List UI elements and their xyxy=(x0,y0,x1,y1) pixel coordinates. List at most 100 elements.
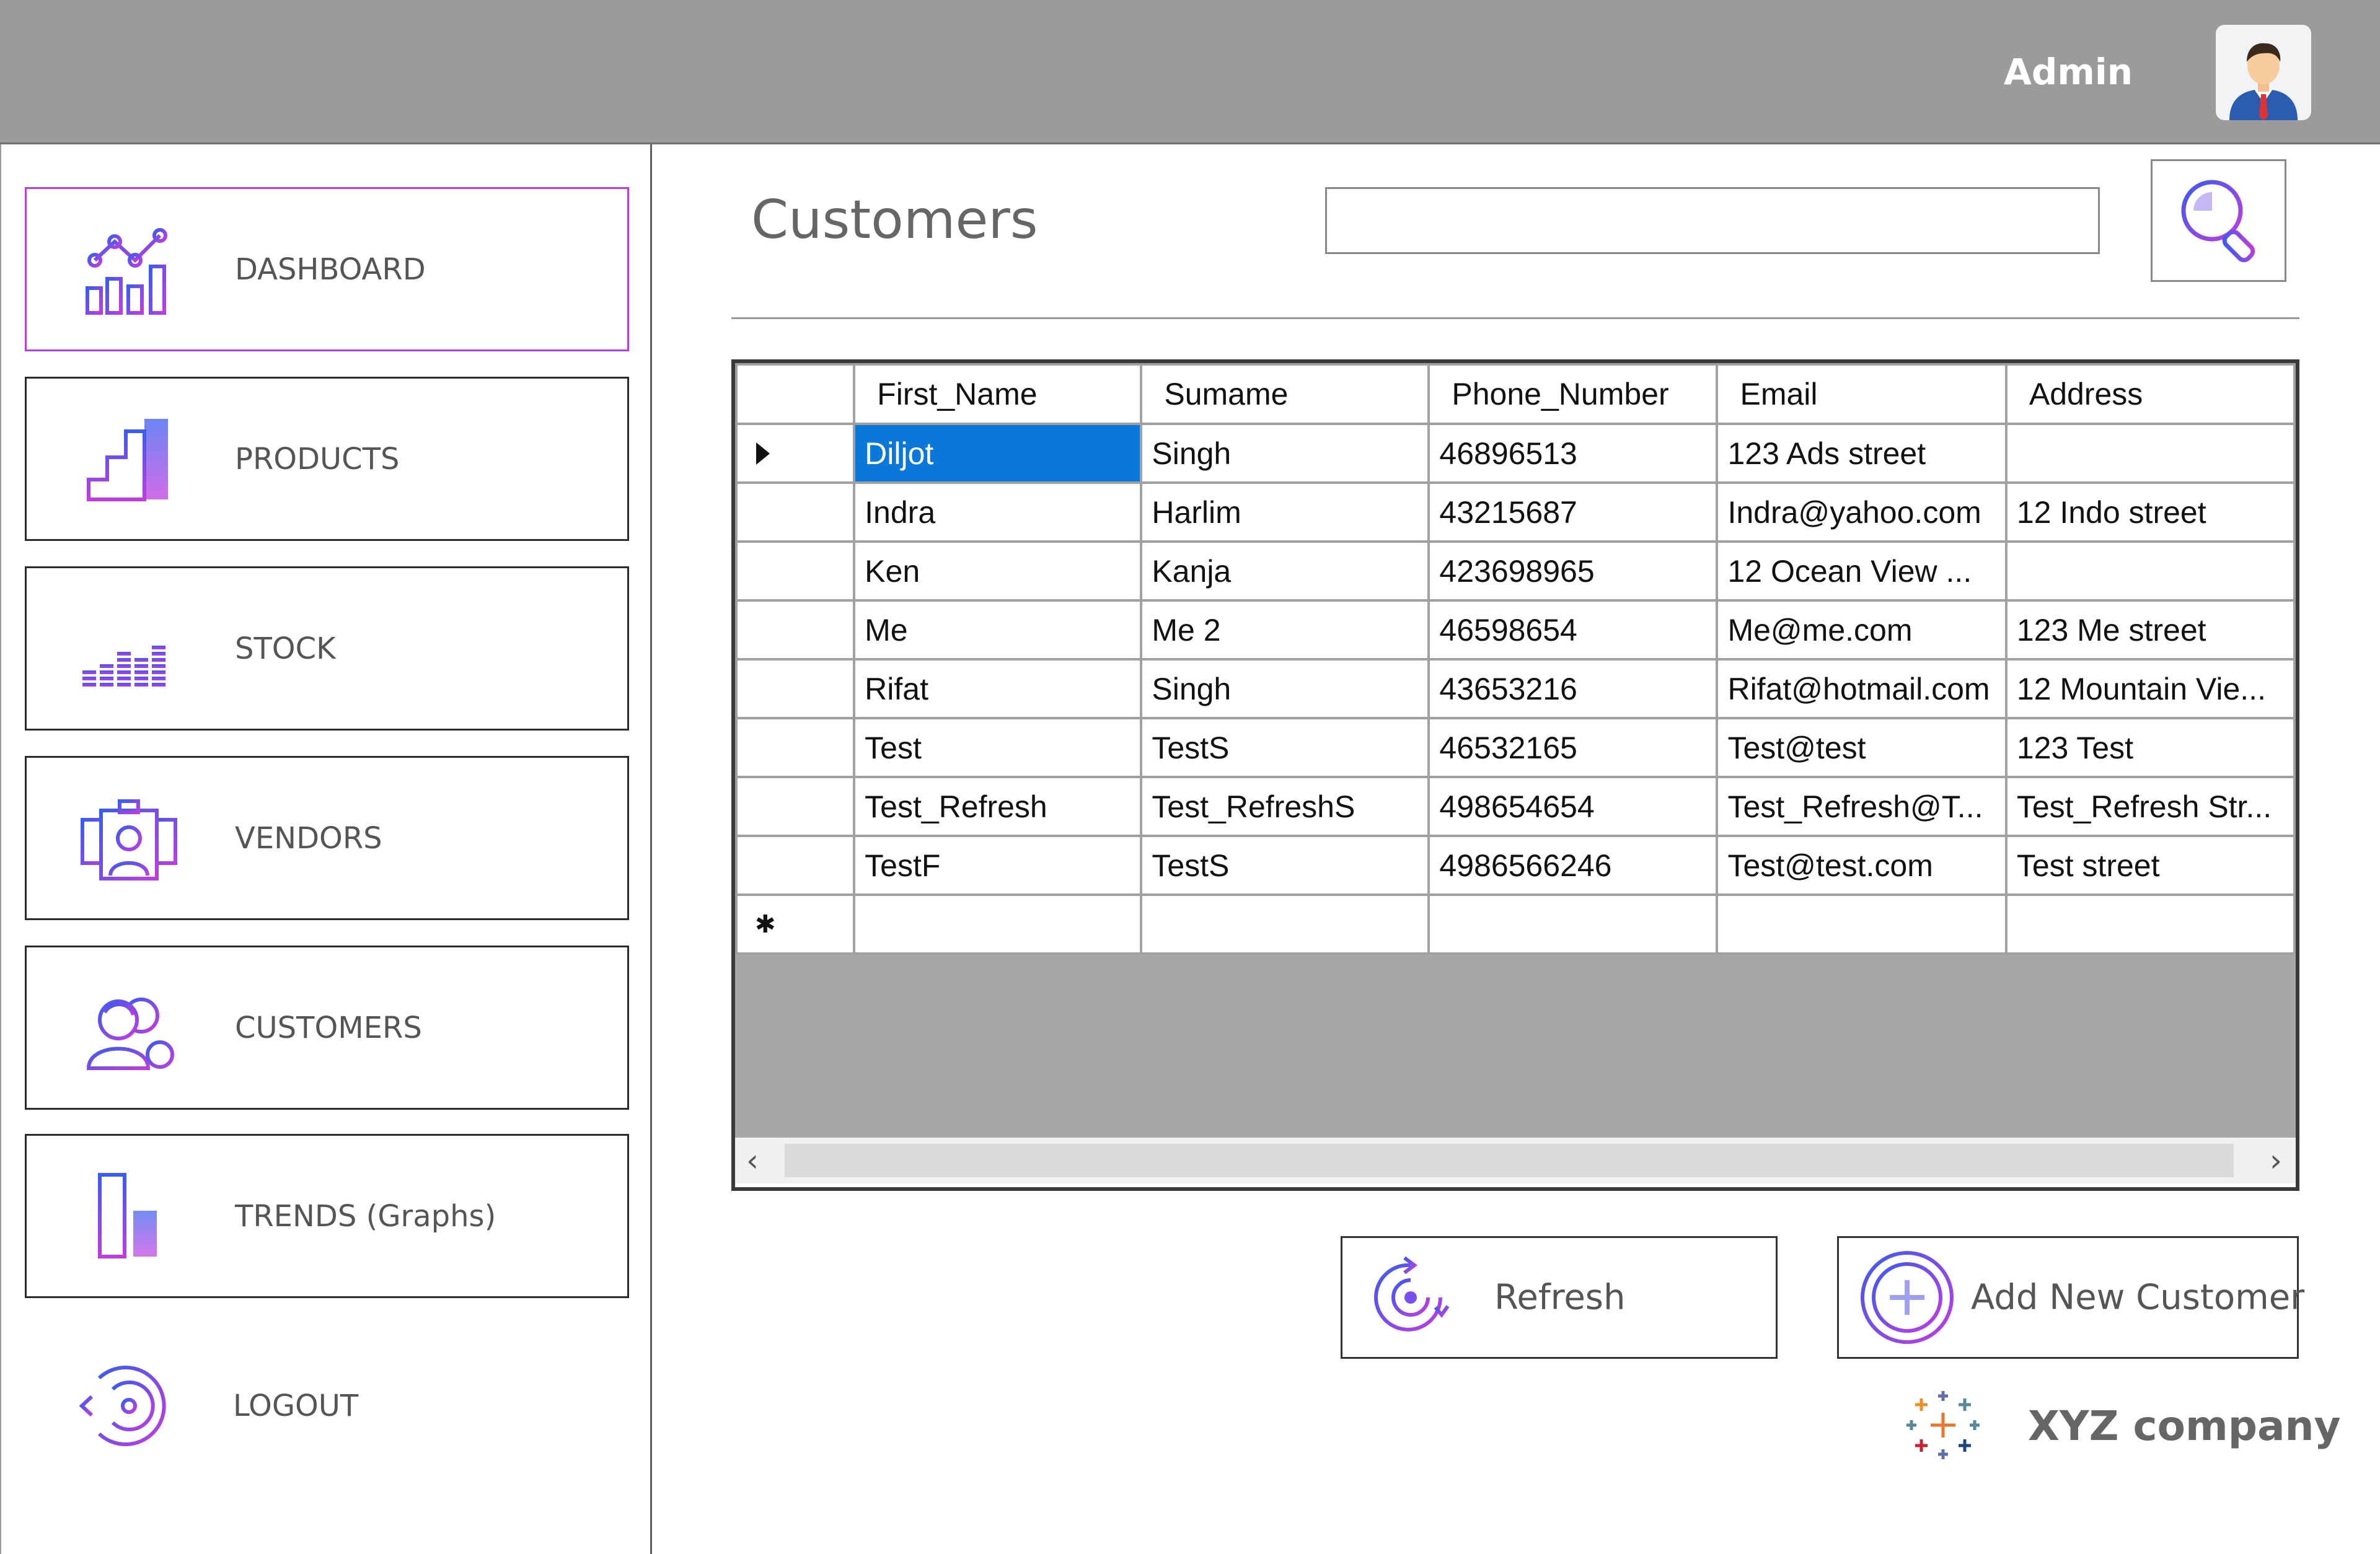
table-cell[interactable]: Test_Refresh xyxy=(853,776,1143,837)
column-header[interactable]: Sumame xyxy=(1140,363,1430,425)
table-cell[interactable]: 123 Me street xyxy=(2004,599,2296,661)
table-cell[interactable] xyxy=(2004,540,2296,602)
table-cell[interactable]: TestS xyxy=(1140,835,1430,896)
table-cell[interactable]: Test@test.com xyxy=(1716,835,2008,896)
table-cell[interactable]: 43653216 xyxy=(1427,658,1719,719)
refresh-button[interactable]: Refresh xyxy=(1341,1236,1778,1359)
sidebar-item-stock[interactable]: STOCK xyxy=(25,566,629,731)
table-cell[interactable]: Test street xyxy=(2004,835,2296,896)
customers-table: First_Name Sumame Phone_Number Email Add… xyxy=(735,363,2296,955)
row-header[interactable] xyxy=(735,658,856,719)
row-header[interactable]: ✱ xyxy=(735,893,856,955)
table-cell[interactable]: Rifat xyxy=(853,658,1143,719)
table-row[interactable]: Test TestS 46532165 Test@test 123 Test xyxy=(735,717,2296,778)
table-cell[interactable]: Test_Refresh@T... xyxy=(1716,776,2008,837)
table-row[interactable]: TestF TestS 4986566246 Test@test.com Test st… xyxy=(735,835,2296,896)
table-cell[interactable]: 498654654 xyxy=(1427,776,1719,837)
table-cell[interactable]: 12 Ocean View ... xyxy=(1716,540,2008,602)
table-row[interactable]: Me Me 2 46598654 Me@me.com 123 Me street xyxy=(735,599,2296,661)
table-cell[interactable]: 123 Ads street xyxy=(1716,423,2008,484)
table-row[interactable]: Indra Harlim 43215687 Indra@yahoo.com 12 Ind… xyxy=(735,481,2296,543)
new-row[interactable]: ✱ xyxy=(735,893,2296,955)
table-cell[interactable]: Kanja xyxy=(1140,540,1430,602)
refresh-label: Refresh xyxy=(1494,1277,1626,1318)
table-cell[interactable]: Test@test xyxy=(1716,717,2008,778)
row-header[interactable] xyxy=(735,835,856,896)
sidebar-item-label: TRENDS (Graphs) xyxy=(235,1198,496,1234)
table-cell[interactable]: TestS xyxy=(1140,717,1430,778)
table-cell[interactable]: 4986566246 xyxy=(1427,835,1719,896)
search-button[interactable] xyxy=(2151,159,2286,282)
table-cell[interactable]: 12 Indo street xyxy=(2004,481,2296,543)
table-cell[interactable]: Me@me.com xyxy=(1716,599,2008,661)
table-cell[interactable]: 46532165 xyxy=(1427,717,1719,778)
row-header[interactable] xyxy=(735,776,856,837)
table-cell[interactable]: Test_Refresh Str... xyxy=(2004,776,2296,837)
search-input[interactable] xyxy=(1325,187,2100,254)
sidebar-item-vendors[interactable]: VENDORS xyxy=(25,756,629,920)
horizontal-scrollbar[interactable]: ‹ › xyxy=(735,1138,2296,1183)
customers-grid[interactable]: First_Name Sumame Phone_Number Email Add… xyxy=(731,359,2299,1191)
table-cell[interactable]: 123 Test xyxy=(2004,717,2296,778)
table-cell[interactable]: Me 2 xyxy=(1140,599,1430,661)
table-cell[interactable]: Test_RefreshS xyxy=(1140,776,1430,837)
sidebar-item-customers[interactable]: CUSTOMERS xyxy=(25,946,629,1110)
company-logo-icon xyxy=(1906,1391,1980,1459)
table-cell[interactable]: Rifat@hotmail.com xyxy=(1716,658,2008,719)
table-cell[interactable]: Indra@yahoo.com xyxy=(1716,481,2008,543)
sidebar-item-products[interactable]: PRODUCTS xyxy=(25,377,629,541)
table-row[interactable]: Rifat Singh 43653216 Rifat@hotmail.com 12 Mo… xyxy=(735,658,2296,719)
table-cell[interactable]: Diljot xyxy=(853,423,1143,484)
row-header[interactable] xyxy=(735,717,856,778)
table-row[interactable]: Test_Refresh Test_RefreshS 498654654 Test_R… xyxy=(735,776,2296,837)
row-header-corner xyxy=(735,363,856,425)
company-name: XYZ company xyxy=(2028,1402,2341,1450)
column-header[interactable]: Phone_Number xyxy=(1427,363,1719,425)
stock-equalizer-icon xyxy=(82,645,165,687)
scroll-left-icon[interactable]: ‹ xyxy=(746,1143,759,1179)
row-header[interactable] xyxy=(735,540,856,602)
table-cell[interactable]: 423698965 xyxy=(1427,540,1719,602)
current-row-arrow-icon xyxy=(756,442,770,465)
table-cell[interactable] xyxy=(2004,893,2296,955)
table-cell[interactable] xyxy=(1140,893,1430,955)
table-cell[interactable]: Singh xyxy=(1140,658,1430,719)
column-header[interactable]: Address xyxy=(2004,363,2296,425)
table-row[interactable]: Diljot Singh 46896513 123 Ads street xyxy=(735,423,2296,484)
row-header[interactable] xyxy=(735,423,856,484)
table-cell[interactable]: Harlim xyxy=(1140,481,1430,543)
dashboard-chart-icon xyxy=(86,227,167,315)
table-cell[interactable]: Indra xyxy=(853,481,1143,543)
add-customer-button[interactable]: Add New Customer xyxy=(1837,1236,2304,1359)
user-avatar-icon[interactable] xyxy=(2216,25,2311,120)
top-header-bar: Admin xyxy=(0,0,2380,144)
scroll-thumb[interactable] xyxy=(785,1144,2234,1177)
sidebar-item-trends[interactable]: TRENDS (Graphs) xyxy=(25,1134,629,1298)
table-cell[interactable] xyxy=(2004,423,2296,484)
column-header[interactable]: First_Name xyxy=(853,363,1143,425)
table-cell[interactable]: 43215687 xyxy=(1427,481,1719,543)
table-cell[interactable]: 12 Mountain Vie... xyxy=(2004,658,2296,719)
row-header[interactable] xyxy=(735,599,856,661)
scroll-right-icon[interactable]: › xyxy=(2270,1143,2282,1179)
column-header[interactable]: Email xyxy=(1716,363,2008,425)
table-cell[interactable]: 46896513 xyxy=(1427,423,1719,484)
add-circle-icon xyxy=(1861,1251,1954,1344)
table-cell[interactable]: TestF xyxy=(853,835,1143,896)
search-icon xyxy=(2181,180,2255,263)
table-cell[interactable] xyxy=(1716,893,2008,955)
table-cell[interactable]: Me xyxy=(853,599,1143,661)
sidebar-item-dashboard[interactable]: DASHBOARD xyxy=(25,187,629,351)
table-cell[interactable]: Singh xyxy=(1140,423,1430,484)
sidebar-item-label: PRODUCTS xyxy=(235,441,400,476)
trends-bar-icon xyxy=(89,1172,169,1260)
table-row[interactable]: Ken Kanja 423698965 12 Ocean View ... xyxy=(735,540,2296,602)
sidebar-item-logout[interactable]: LOGOUT xyxy=(25,1324,629,1488)
table-cell[interactable] xyxy=(853,893,1143,955)
sidebar-item-label: STOCK xyxy=(235,631,336,666)
table-cell[interactable] xyxy=(1427,893,1719,955)
table-cell[interactable]: 46598654 xyxy=(1427,599,1719,661)
row-header[interactable] xyxy=(735,481,856,543)
table-cell[interactable]: Ken xyxy=(853,540,1143,602)
table-cell[interactable]: Test xyxy=(853,717,1143,778)
